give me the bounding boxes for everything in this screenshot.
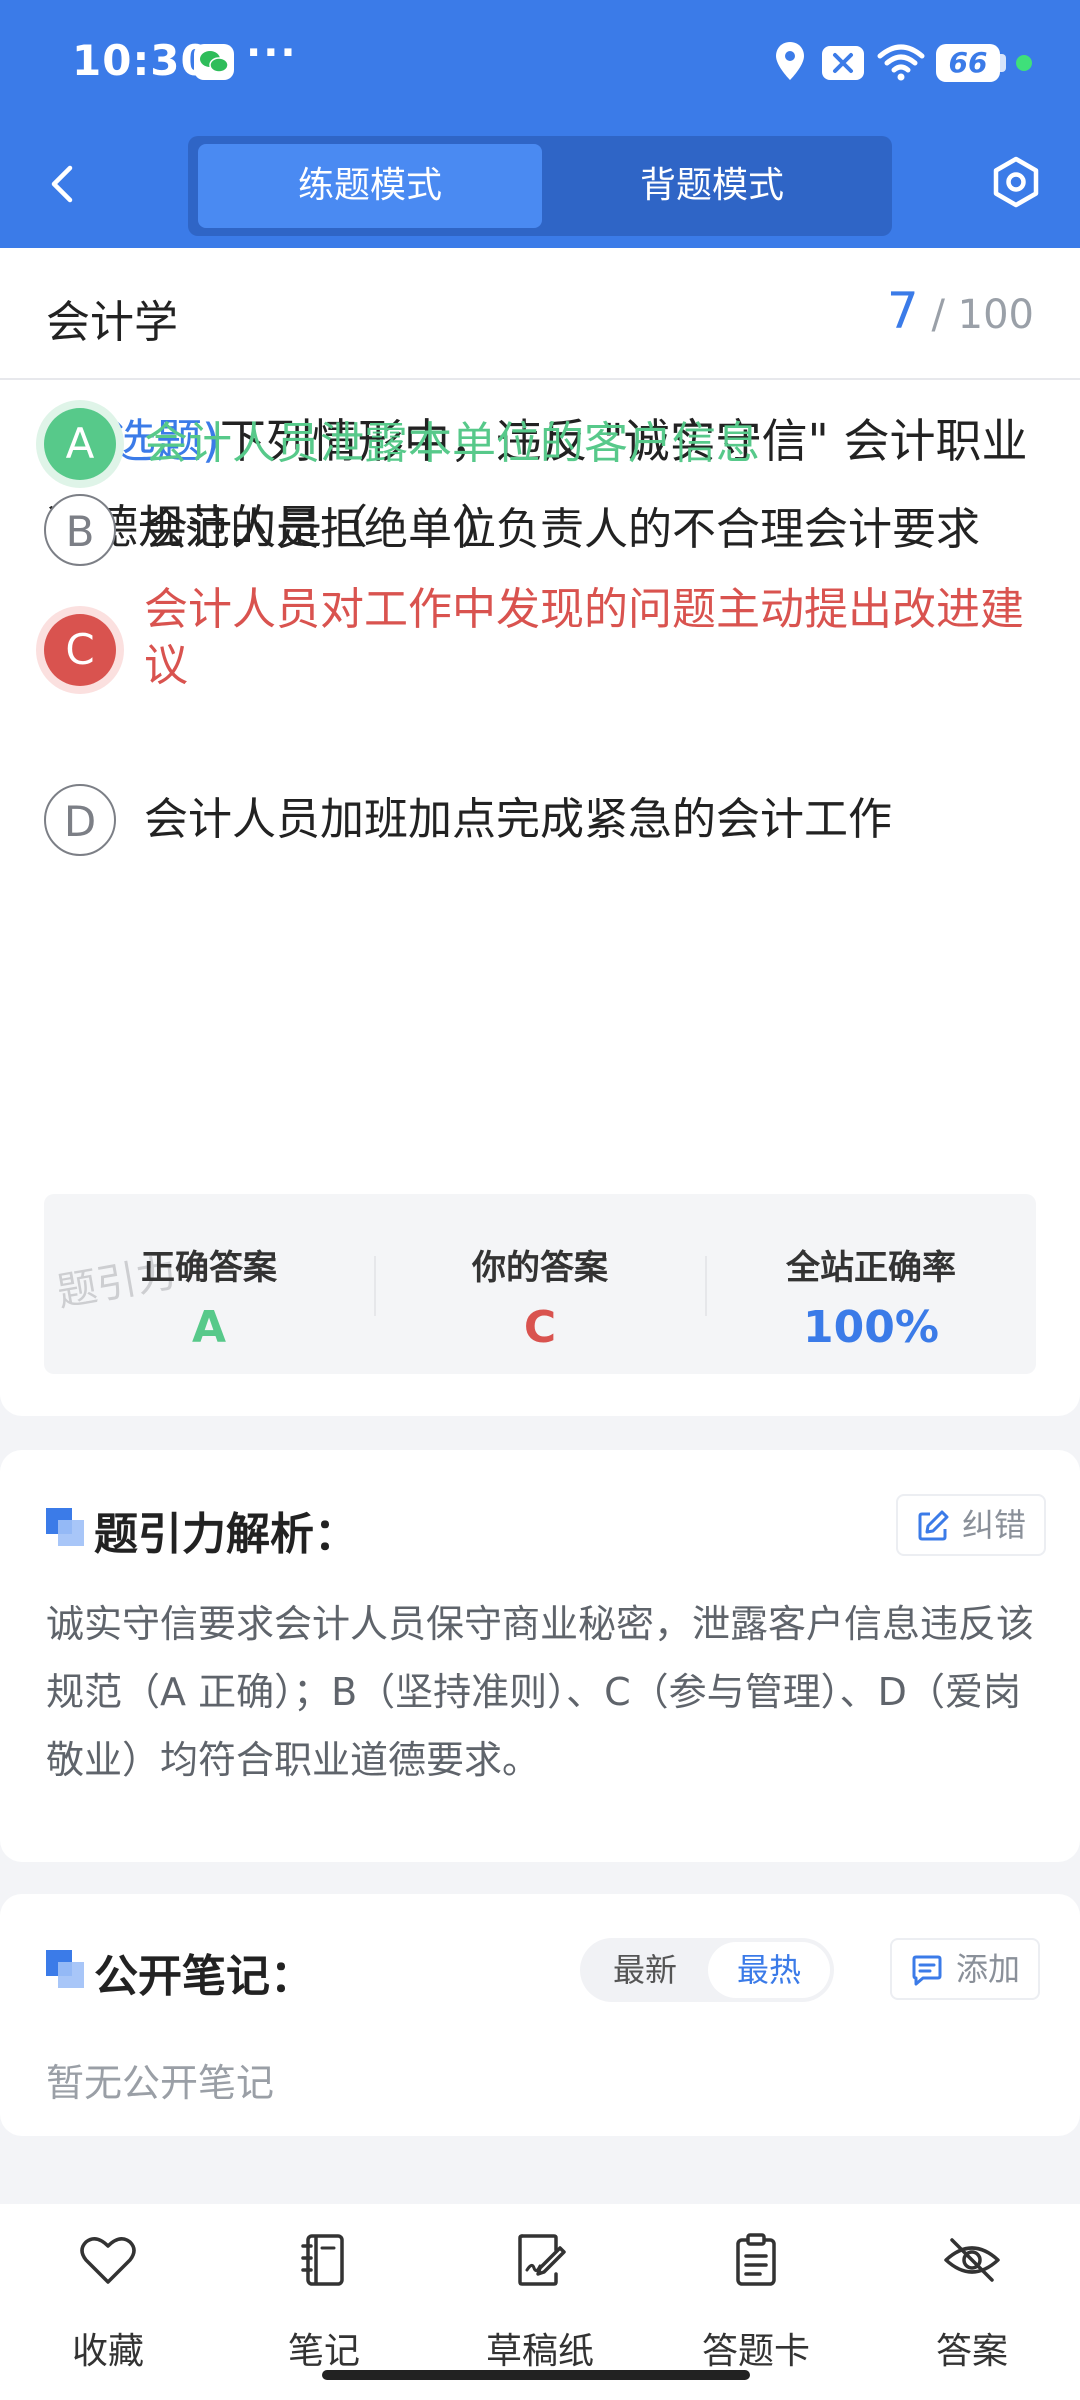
option-letter: B <box>44 494 116 566</box>
wechat-icon <box>194 44 234 80</box>
option-text: 会计人员加班加点完成紧急的会计工作 <box>144 794 892 845</box>
question-progress: 7 / 100 <box>887 282 1034 340</box>
draft-icon <box>518 2234 566 2286</box>
favorite-button[interactable]: 收藏 <box>0 2226 216 2376</box>
answer-summary: 题引力 正确答案 A 你的答案 C 全站正确率 100% <box>44 1194 1036 1374</box>
more-status-icon: ··· <box>246 30 298 76</box>
option-text: 会计人员拒绝单位负责人的不合理会计要求 <box>144 504 980 555</box>
empty-notes-text: 暂无公开笔记 <box>46 2061 275 2105</box>
add-note-label: 添加 <box>956 1950 1021 1988</box>
sort-hottest[interactable]: 最热 <box>708 1942 830 1998</box>
subject-name: 会计学 <box>46 297 178 348</box>
notes-button[interactable]: 笔记 <box>216 2226 432 2376</box>
correct-answer-value: A <box>191 1302 227 1353</box>
current-question-number: 7 <box>886 282 919 340</box>
heart-icon <box>80 2237 136 2284</box>
comment-icon <box>912 1955 942 1986</box>
accuracy-label: 全站正确率 <box>786 1248 956 1288</box>
public-notes-card: 公开笔记： 最新 最热 添加 暂无公开笔记 <box>0 1894 1080 2136</box>
option-letter: A <box>44 408 116 480</box>
your-answer-value: C <box>523 1302 557 1353</box>
notes-title: 公开笔记： <box>94 1951 314 2002</box>
section-marker-icon <box>46 1508 86 1548</box>
report-error-label: 纠错 <box>962 1506 1027 1544</box>
notebook-icon <box>301 2234 344 2286</box>
draft-paper-label: 草稿纸 <box>485 2331 594 2372</box>
question-card: 会计学 7 / 100 (单选题)下列情形中，违反 "诚实守信" 会计职业道德规… <box>0 248 1080 1416</box>
edit-icon <box>918 1510 949 1541</box>
option-text: 会计人员对工作中发现的问题主动提出改进建议 <box>144 584 1024 691</box>
correct-answer-label: 正确答案 <box>141 1248 277 1288</box>
section-marker-icon <box>46 1950 86 1990</box>
wifi-icon <box>876 42 926 86</box>
mode-switcher: 练题模式 背题模式 <box>188 136 892 236</box>
status-bar: 10:30 ··· 66 <box>0 0 1080 120</box>
battery-indicator: 66 <box>936 44 1000 82</box>
subject-bar: 会计学 7 / 100 <box>0 248 1080 380</box>
notes-sort-toggle: 最新 最热 <box>580 1938 834 2002</box>
answer-card-button[interactable]: 答题卡 <box>648 2226 864 2376</box>
settings-icon[interactable] <box>990 156 1042 212</box>
draft-paper-button[interactable]: 草稿纸 <box>432 2226 648 2376</box>
option-text: 会计人员泄露本单位的客户信息 <box>144 418 760 469</box>
favorite-label: 收藏 <box>71 2331 144 2372</box>
answer-card-label: 答题卡 <box>701 2331 810 2372</box>
status-time: 10:30 <box>72 36 211 85</box>
answer-card-icon <box>736 2233 776 2286</box>
notes-label: 笔记 <box>287 2331 360 2372</box>
sort-newest[interactable]: 最新 <box>584 1942 706 1998</box>
add-note-button[interactable]: 添加 <box>890 1938 1041 2000</box>
home-indicator[interactable] <box>322 2370 750 2380</box>
eye-off-icon <box>944 2238 1000 2282</box>
report-error-button[interactable]: 纠错 <box>896 1494 1047 1556</box>
option-letter: D <box>44 784 116 856</box>
analysis-card: 题引力解析： 纠错 诚实守信要求会计人员保守商业秘密，泄露客户信息违反该规范（A… <box>0 1450 1080 1862</box>
battery-tip <box>1000 54 1006 72</box>
accuracy-value: 100% <box>803 1302 939 1353</box>
show-answer-label: 答案 <box>935 2331 1008 2372</box>
tab-memorize-mode[interactable]: 背题模式 <box>540 144 884 228</box>
analysis-title: 题引力解析： <box>94 1509 358 1560</box>
notification-x-icon <box>822 46 864 80</box>
location-icon <box>774 40 806 86</box>
tab-practice-mode[interactable]: 练题模式 <box>198 144 542 228</box>
top-header: 10:30 ··· 66 练题模式 背题模式 <box>0 0 1080 248</box>
privacy-dot <box>1016 55 1032 71</box>
correct-answer-column: 正确答案 A <box>44 1194 374 1374</box>
total-questions: / 100 <box>931 292 1034 338</box>
your-answer-column: 你的答案 C <box>375 1194 705 1374</box>
show-answer-button[interactable]: 答案 <box>864 2226 1080 2376</box>
accuracy-column: 全站正确率 100% <box>706 1194 1036 1374</box>
back-button[interactable] <box>40 156 90 212</box>
your-answer-label: 你的答案 <box>472 1248 608 1288</box>
option-letter: C <box>44 614 116 686</box>
analysis-text: 诚实守信要求会计人员保守商业秘密，泄露客户信息违反该规范（A 正确）；B（坚持准… <box>46 1602 1035 1782</box>
